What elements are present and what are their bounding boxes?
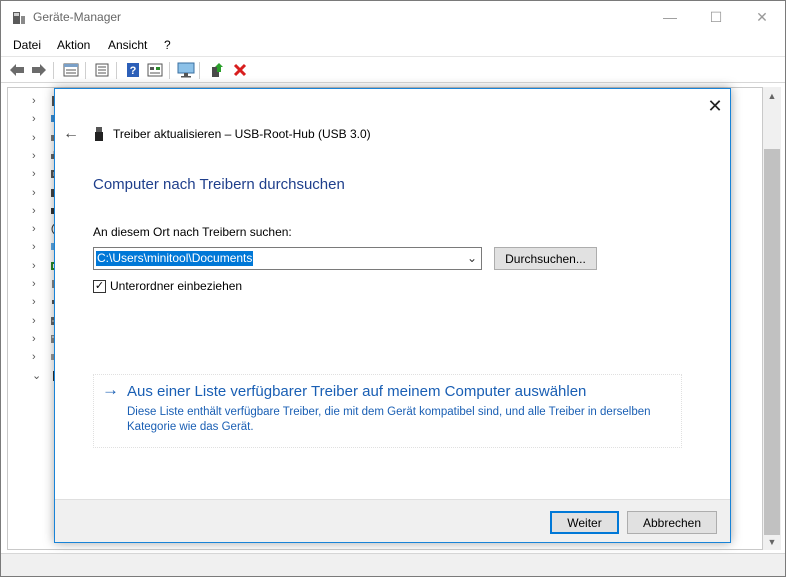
chevron-right-icon[interactable]: ›	[32, 113, 42, 125]
browse-button[interactable]: Durchsuchen...	[494, 247, 597, 270]
driver-path-combobox[interactable]: C:\Users\minitool\Documents ⌄	[93, 247, 482, 270]
chevron-right-icon[interactable]: ›	[32, 241, 42, 253]
scroll-up-button[interactable]: ▲	[763, 87, 781, 104]
menu-datei[interactable]: Datei	[13, 38, 41, 52]
chevron-right-icon[interactable]: ›	[32, 95, 42, 107]
update-driver-button[interactable]	[207, 61, 227, 79]
svg-text:?: ?	[130, 65, 137, 77]
toolbar-separator	[199, 62, 200, 79]
menu-help[interactable]: ?	[164, 38, 171, 52]
back-button[interactable]	[7, 61, 27, 79]
status-bar	[1, 553, 785, 576]
update-driver-dialog: ✕ ← Treiber aktualisieren – USB-Root-Hub…	[54, 88, 731, 543]
title-bar: Geräte-Manager — ☐ ✕	[1, 1, 785, 35]
dialog-back-button[interactable]: ←	[61, 125, 81, 143]
chevron-right-icon[interactable]: ›	[32, 150, 42, 162]
menu-aktion[interactable]: Aktion	[57, 38, 90, 52]
include-subfolders-option[interactable]: ✓ Unterordner einbeziehen	[93, 279, 242, 293]
toolbar-separator	[169, 62, 170, 79]
view-list-icon	[95, 63, 109, 77]
toolbar-separator	[85, 62, 86, 79]
next-button[interactable]: Weiter	[550, 511, 619, 534]
view-list-button[interactable]	[92, 61, 112, 79]
forward-arrow-icon	[32, 64, 46, 76]
dialog-heading: Computer nach Treibern durchsuchen	[93, 176, 345, 193]
arrow-right-icon: →	[102, 380, 119, 399]
chevron-right-icon[interactable]: ›	[32, 205, 42, 217]
maximize-button[interactable]: ☐	[693, 1, 739, 33]
chevron-down-icon[interactable]: ⌄	[467, 251, 477, 265]
window-title: Geräte-Manager	[33, 10, 122, 24]
chevron-right-icon[interactable]: ›	[32, 315, 42, 327]
menu-bar: Datei Aktion Ansicht ?	[1, 35, 785, 55]
device-manager-icon	[13, 12, 25, 24]
help-icon: ?	[127, 63, 139, 77]
chevron-right-icon[interactable]: ›	[32, 132, 42, 144]
menu-ansicht[interactable]: Ansicht	[108, 38, 147, 52]
chevron-down-icon[interactable]: ⌄	[32, 369, 42, 382]
chevron-right-icon[interactable]: ›	[32, 187, 42, 199]
uninstall-button[interactable]	[230, 61, 250, 79]
dialog-close-button[interactable]: ✕	[701, 93, 729, 119]
close-window-button[interactable]: ✕	[739, 1, 785, 33]
scroll-down-button[interactable]: ▼	[763, 533, 781, 550]
pick-from-list-description: Diese Liste enthält verfügbare Treiber, …	[127, 406, 651, 433]
chevron-right-icon[interactable]: ›	[32, 296, 42, 308]
chevron-right-icon[interactable]: ›	[32, 168, 42, 180]
pick-from-list-link[interactable]: → Aus einer Liste verfügbarer Treiber au…	[93, 374, 682, 448]
monitor-scan-icon	[177, 62, 195, 78]
show-hidden-button[interactable]	[145, 61, 165, 79]
include-subfolders-checkbox[interactable]: ✓	[93, 279, 106, 293]
toolbar-separator	[53, 62, 54, 79]
help-button[interactable]: ?	[123, 61, 143, 79]
include-subfolders-label[interactable]: Unterordner einbeziehen	[110, 279, 242, 293]
cancel-button[interactable]: Abbrechen	[627, 511, 717, 534]
show-hidden-icon	[147, 63, 163, 77]
scan-hardware-button[interactable]	[176, 61, 196, 79]
toolbar-separator	[116, 62, 117, 79]
vertical-scrollbar[interactable]: ▲ ▼	[763, 87, 781, 550]
usb-icon	[95, 127, 103, 141]
toolbar: ?	[1, 56, 785, 83]
chevron-right-icon[interactable]: ›	[32, 333, 42, 345]
properties-button[interactable]	[61, 61, 81, 79]
chevron-right-icon[interactable]: ›	[32, 223, 42, 235]
driver-path-value[interactable]: C:\Users\minitool\Documents	[96, 251, 254, 266]
properties-icon	[63, 63, 79, 77]
uninstall-icon	[233, 63, 247, 77]
chevron-right-icon[interactable]: ›	[32, 260, 42, 272]
dialog-footer: Weiter Abbrechen	[55, 499, 730, 542]
back-arrow-icon	[10, 64, 24, 76]
forward-button[interactable]	[29, 61, 49, 79]
scroll-thumb[interactable]	[764, 149, 780, 535]
dialog-header-title: Treiber aktualisieren – USB-Root-Hub (US…	[113, 127, 371, 141]
search-location-label: An diesem Ort nach Treibern suchen:	[93, 225, 292, 239]
chevron-right-icon[interactable]: ›	[32, 278, 42, 290]
update-driver-icon	[212, 63, 223, 77]
pick-from-list-title[interactable]: Aus einer Liste verfügbarer Treiber auf …	[127, 383, 586, 400]
chevron-right-icon[interactable]: ›	[32, 351, 42, 363]
minimize-button[interactable]: —	[647, 1, 693, 33]
